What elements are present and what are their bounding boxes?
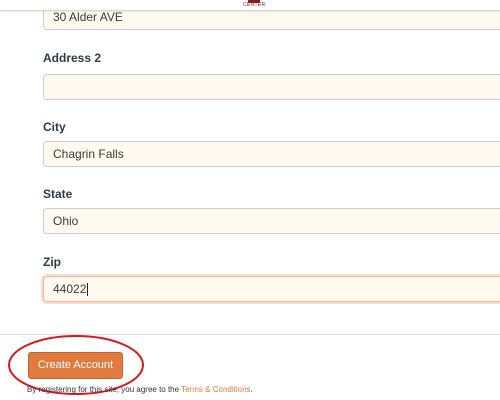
terms-notice: By registering for this site, you agree …: [27, 385, 253, 394]
city-label: City: [43, 120, 66, 134]
address1-value: 30 Alder AVE: [53, 10, 123, 24]
terms-suffix: .: [250, 385, 253, 394]
state-value: Ohio: [53, 214, 79, 228]
zip-input[interactable]: 44022: [43, 276, 500, 302]
zip-label: Zip: [43, 255, 61, 269]
logo-text: CENTER: [243, 2, 266, 8]
city-input[interactable]: Chagrin Falls: [43, 141, 500, 167]
state-label: State: [43, 187, 73, 201]
terms-link[interactable]: Terms & Conditions: [181, 385, 250, 394]
address2-label: Address 2: [43, 51, 102, 65]
create-account-button[interactable]: Create Account: [28, 352, 123, 379]
state-input[interactable]: Ohio: [43, 208, 500, 234]
text-caret: [87, 283, 89, 297]
zip-value: 44022: [53, 282, 87, 296]
site-header: CENTER: [0, 0, 500, 11]
center-logo[interactable]: CENTER: [243, 0, 265, 10]
terms-prefix: By registering for this site, you agree …: [27, 385, 182, 394]
address2-input[interactable]: [43, 74, 500, 100]
form-divider: [0, 334, 500, 335]
city-value: Chagrin Falls: [53, 147, 124, 161]
registration-page: CENTER 30 Alder AVE Address 2 City Chagr…: [0, 0, 500, 400]
